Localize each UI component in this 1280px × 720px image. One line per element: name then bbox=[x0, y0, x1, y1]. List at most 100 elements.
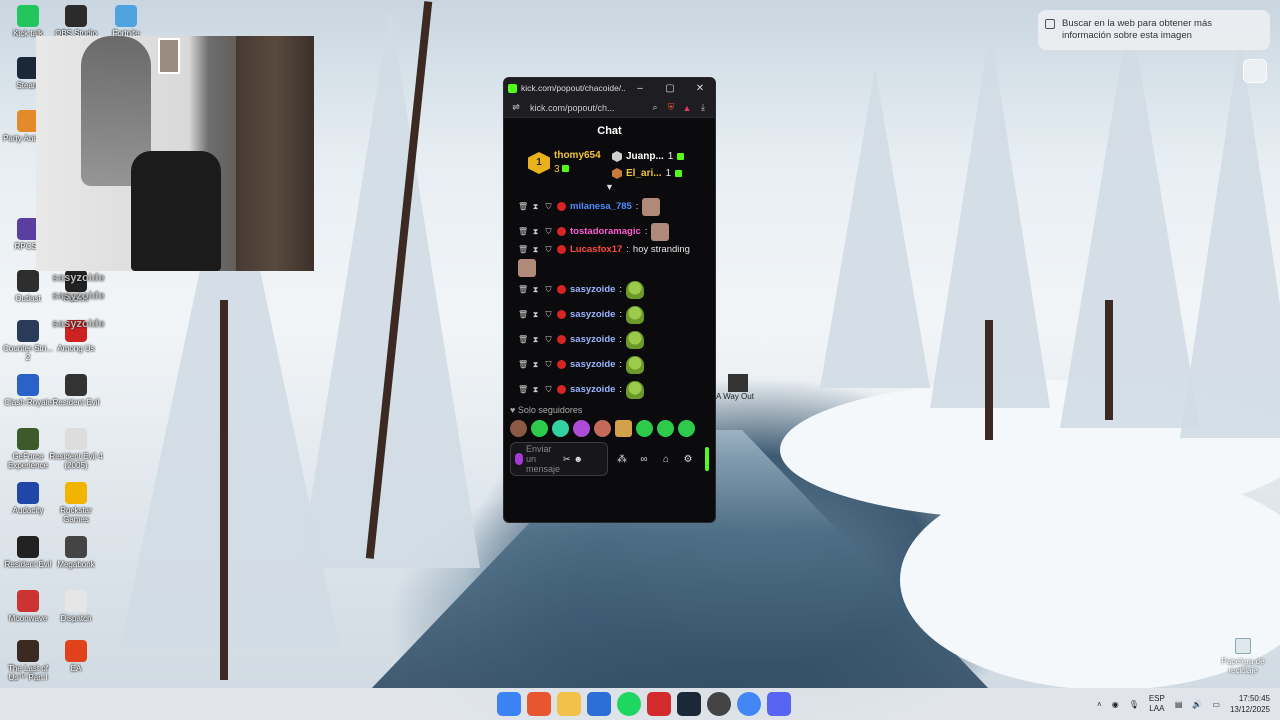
emote-button[interactable] bbox=[615, 420, 632, 437]
trash-icon[interactable]: 🗑 bbox=[518, 360, 528, 369]
start-menu-button[interactable] bbox=[497, 692, 521, 716]
emote-button[interactable] bbox=[636, 420, 653, 437]
desktop-icon[interactable]: Resident Evil bbox=[48, 374, 104, 407]
store-icon[interactable]: ⌂ bbox=[658, 454, 674, 465]
trash-icon[interactable]: 🗑 bbox=[518, 202, 528, 211]
chevron-up-icon[interactable]: ˄ bbox=[1097, 700, 1102, 709]
timeout-icon[interactable]: ⧗ bbox=[531, 335, 540, 344]
chat-emote[interactable] bbox=[651, 222, 670, 241]
emote-button[interactable] bbox=[552, 420, 569, 437]
emote-button[interactable] bbox=[531, 420, 548, 437]
desktop-icon-recycle-bin[interactable]: Papelera de reciclaje bbox=[1215, 638, 1271, 675]
brave-browser-button[interactable] bbox=[527, 692, 551, 716]
chat-username[interactable]: tostadoramagic bbox=[570, 226, 641, 237]
shield-icon[interactable]: ⛉ bbox=[544, 385, 553, 394]
desktop-icon[interactable]: Fortnite bbox=[98, 5, 154, 38]
chat-emote[interactable] bbox=[626, 380, 645, 399]
close-button[interactable]: ✕ bbox=[685, 83, 715, 94]
shield-icon[interactable]: ⛉ bbox=[544, 227, 553, 236]
trash-icon[interactable]: 🗑 bbox=[518, 310, 528, 319]
chat-emote[interactable] bbox=[518, 259, 536, 277]
timeout-icon[interactable]: ⧗ bbox=[531, 245, 540, 254]
chrome-button[interactable] bbox=[737, 692, 761, 716]
wifi-icon[interactable]: ▤ bbox=[1175, 700, 1183, 709]
timeout-icon[interactable]: ⧗ bbox=[531, 385, 540, 394]
bing-button[interactable] bbox=[587, 692, 611, 716]
shield-icon[interactable]: ⛉ bbox=[544, 202, 553, 211]
chat-emote[interactable] bbox=[626, 280, 645, 299]
spotify-button[interactable] bbox=[617, 692, 641, 716]
chat-emote[interactable] bbox=[626, 355, 645, 374]
trash-icon[interactable]: 🗑 bbox=[518, 385, 528, 394]
lens-search-tooltip[interactable]: Buscar en la web para obtener más inform… bbox=[1038, 10, 1270, 50]
timeout-icon[interactable]: ⧗ bbox=[531, 310, 540, 319]
clock[interactable]: 17:50:45 13/12/2025 bbox=[1230, 693, 1270, 715]
input-language[interactable]: ESP LAA bbox=[1149, 694, 1165, 714]
chat-username[interactable]: sasyzoide bbox=[570, 284, 615, 295]
collapse-leaderboard-icon[interactable]: ▼ bbox=[504, 182, 715, 194]
emote-button[interactable] bbox=[678, 420, 695, 437]
desktop-icon[interactable]: Megabonk bbox=[48, 536, 104, 569]
timeout-icon[interactable]: ⧗ bbox=[531, 202, 540, 211]
shield-icon[interactable]: ⛉ bbox=[544, 245, 553, 254]
emote-button[interactable] bbox=[594, 420, 611, 437]
shield-icon[interactable]: ⛉ bbox=[544, 335, 553, 344]
network-icon[interactable]: ◉ bbox=[1112, 700, 1119, 709]
trash-icon[interactable]: 🗑 bbox=[518, 245, 528, 254]
rewards-icon[interactable]: ▲ bbox=[679, 103, 695, 113]
leaderboard-third-name[interactable]: El_ari... bbox=[626, 165, 662, 182]
timeout-icon[interactable]: ⧗ bbox=[531, 360, 540, 369]
download-icon[interactable]: ⤓ bbox=[695, 102, 711, 113]
lens-capture-button[interactable] bbox=[1243, 59, 1267, 83]
desktop-icon[interactable]: Dispatch bbox=[48, 590, 104, 623]
chat-emote[interactable] bbox=[642, 197, 661, 216]
settings-gear-icon[interactable]: ⚙ bbox=[680, 454, 696, 465]
emote-button[interactable] bbox=[510, 420, 527, 437]
shield-icon[interactable]: ⛉ bbox=[544, 310, 553, 319]
emote-button[interactable] bbox=[657, 420, 674, 437]
netflix-button[interactable] bbox=[647, 692, 671, 716]
obs-button[interactable] bbox=[707, 692, 731, 716]
desktop-icon-a-way-out[interactable]: A Way Out bbox=[716, 374, 766, 401]
infinity-icon[interactable]: ∞ bbox=[636, 454, 652, 465]
leaderboard-first-name[interactable]: thomy654 bbox=[554, 149, 601, 163]
leaderboard-second-name[interactable]: Juanp... bbox=[626, 148, 664, 165]
maximize-button[interactable]: ▢ bbox=[655, 83, 685, 94]
emoji-icon[interactable]: ☻ bbox=[574, 454, 583, 464]
file-explorer-button[interactable] bbox=[557, 692, 581, 716]
send-button[interactable] bbox=[705, 447, 709, 471]
battery-icon[interactable]: ▭ bbox=[1212, 700, 1220, 709]
brave-shield-icon[interactable]: ⛨ bbox=[663, 102, 679, 113]
chat-emote[interactable] bbox=[626, 330, 645, 349]
url-field[interactable]: kick.com/popout/ch... bbox=[530, 103, 647, 113]
mic-tray-icon[interactable]: 🎙 bbox=[1129, 700, 1139, 709]
minimize-button[interactable]: – bbox=[625, 83, 655, 94]
shield-icon[interactable]: ⛉ bbox=[544, 285, 553, 294]
chat-username[interactable]: sasyzoide bbox=[570, 309, 615, 320]
kicks-icon[interactable]: ⁂ bbox=[614, 454, 630, 465]
desktop-icon[interactable]: EA bbox=[48, 640, 104, 673]
shield-icon[interactable]: ⛉ bbox=[544, 360, 553, 369]
emote-button[interactable] bbox=[573, 420, 590, 437]
trash-icon[interactable]: 🗑 bbox=[518, 227, 528, 236]
chat-username[interactable]: sasyzoide bbox=[570, 359, 615, 370]
trash-icon[interactable]: 🗑 bbox=[518, 285, 528, 294]
chat-message-input[interactable]: Enviar un mensaje ✂ ☻ bbox=[510, 442, 608, 476]
timeout-icon[interactable]: ⧗ bbox=[531, 227, 540, 236]
desktop-icon[interactable]: OBS Studio bbox=[48, 5, 104, 38]
chat-username[interactable]: sasyzoide bbox=[570, 334, 615, 345]
zoom-icon[interactable]: ⌕ bbox=[647, 102, 663, 113]
discord-button[interactable] bbox=[767, 692, 791, 716]
steam-button[interactable] bbox=[677, 692, 701, 716]
desktop-icon[interactable]: Resident Evil 4 (2005) bbox=[48, 428, 104, 470]
chat-username[interactable]: Lucasfox17 bbox=[570, 244, 622, 255]
trash-icon[interactable]: 🗑 bbox=[518, 335, 528, 344]
site-settings-icon[interactable]: ⇌ bbox=[508, 102, 524, 113]
chat-username[interactable]: sasyzoide bbox=[570, 384, 615, 395]
timeout-icon[interactable]: ⧗ bbox=[531, 285, 540, 294]
desktop-icon[interactable]: Rockstar Games bbox=[48, 482, 104, 524]
volume-icon[interactable]: 🔊 bbox=[1192, 700, 1202, 709]
chat-username[interactable]: milanesa_785 bbox=[570, 201, 632, 212]
gift-sub-icon[interactable]: ✂ bbox=[563, 454, 571, 464]
chat-emote[interactable] bbox=[626, 305, 645, 324]
